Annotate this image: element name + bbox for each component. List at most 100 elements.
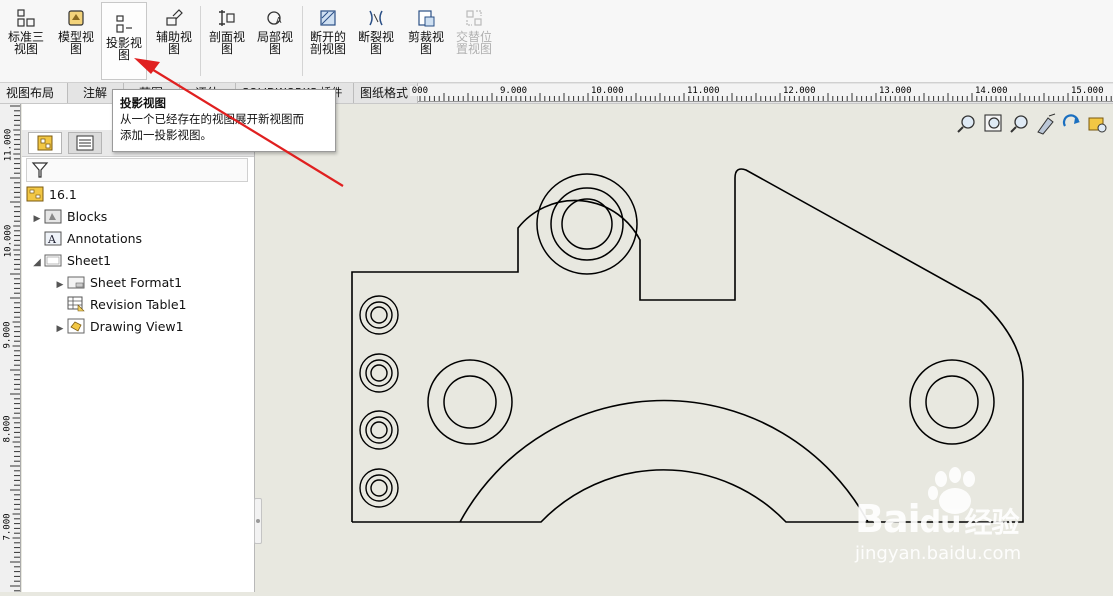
section-view-icon: [219, 10, 235, 26]
crop-view-label: 剪裁视 图: [407, 30, 444, 56]
tree-filter-box[interactable]: [26, 158, 248, 182]
projected-view-label: 投影视 图: [105, 36, 142, 62]
tab-property-manager[interactable]: [68, 132, 102, 154]
svg-text:A: A: [47, 233, 57, 246]
previous-view-icon[interactable]: [1088, 117, 1107, 133]
baidu-jingyan-watermark: Baidu 经验 jingyan.baidu.com: [855, 465, 1055, 575]
watermark-brand: Baidu 经验: [855, 497, 1020, 541]
break-view-button[interactable]: 断裂视 图: [353, 8, 399, 74]
tree-item-label: Blocks: [67, 209, 108, 224]
vertical-ruler: 11.000 10.000 9.000 8.000 7.000: [0, 104, 21, 592]
tooltip-description-line: 从一个已经存在的视图展开新视图而: [120, 112, 304, 126]
expand-arrow-icon[interactable]: ▶: [30, 209, 44, 229]
model-view-button[interactable]: 模型视 图: [53, 8, 99, 74]
sheet-icon: [44, 254, 62, 267]
broken-out-section-icon: [320, 10, 336, 26]
detail-view-icon: A: [267, 11, 282, 25]
projected-view-button[interactable]: 投影视 图: [101, 2, 147, 80]
tree-item-label: Drawing View1: [90, 319, 184, 334]
tree-item-label: Annotations: [67, 231, 143, 246]
section-view-label: 剖面视 图: [208, 30, 245, 56]
ruler-label: 7.000: [2, 511, 13, 543]
ruler-label: 10.000: [3, 222, 14, 260]
tree-root-label: 16.1: [49, 187, 77, 202]
ribbon-toolbar: 标准三 视图 模型视 图 投影视 图 辅助视 图 剖面视 图 A 局部视 图 断…: [0, 0, 1113, 83]
detail-view-button[interactable]: A 局部视 图: [252, 8, 298, 74]
watermark-brand-part1: Bai: [855, 497, 921, 541]
tree-item-label: Revision Table1: [90, 297, 187, 312]
tree-item-blocks[interactable]: ▶ Blocks: [30, 207, 108, 229]
right-hole-circle: [925, 375, 979, 429]
ribbon-separator: [302, 6, 303, 76]
tree-item-sheet-format1[interactable]: ▶ Sheet Format1: [53, 273, 183, 295]
broken-out-section-label: 断开的 剖视图: [309, 30, 346, 56]
drawing-view-icon: [67, 318, 85, 334]
top-boss-outer-circle: [536, 173, 638, 275]
broken-out-section-button[interactable]: 断开的 剖视图: [305, 8, 351, 74]
ruler-label: 10.000: [589, 86, 626, 96]
ruler-label: 12.000: [781, 86, 818, 96]
feature-manager-icon: [37, 135, 53, 151]
svg-text:A: A: [276, 16, 282, 25]
standard-3-view-button[interactable]: 标准三 视图: [3, 8, 49, 74]
ruler-label: 11.000: [3, 126, 14, 164]
collapse-arrow-icon[interactable]: ◢: [30, 253, 44, 273]
left-boss-circle: [427, 359, 513, 445]
splitter-grip: [256, 519, 260, 523]
projected-view-tooltip: 投影视图 从一个已经存在的视图展开新视图而 添加一投影视图。: [112, 89, 336, 152]
expand-arrow-icon[interactable]: ▶: [53, 275, 67, 295]
select-icon[interactable]: [1037, 113, 1056, 135]
ruler-label: 8.000: [2, 413, 13, 445]
annotations-folder-icon: A: [44, 231, 62, 246]
model-view-label: 模型视 图: [57, 30, 94, 56]
tooltip-title: 投影视图: [120, 96, 166, 110]
tree-root-item[interactable]: 16.1: [26, 185, 77, 205]
counterbore-holes: [359, 295, 399, 508]
crop-view-button[interactable]: 剪裁视 图: [403, 8, 449, 74]
tree-item-label: Sheet1: [67, 253, 112, 268]
expand-arrow-icon[interactable]: ▶: [53, 319, 67, 339]
heads-up-view-toolbar: [956, 112, 1112, 136]
break-view-label: 断裂视 图: [357, 30, 394, 56]
horizontal-ruler: 8.000 9.000 10.000 11.000 12.000 13.000 …: [410, 84, 1113, 102]
right-boss-circle: [909, 359, 995, 445]
ruler-label: 9.000: [2, 319, 13, 351]
tree-item-label: Sheet Format1: [90, 275, 183, 290]
section-view-button[interactable]: 剖面视 图: [204, 8, 250, 74]
left-hole-circle: [443, 375, 497, 429]
watermark-brand-part2: du: [919, 505, 962, 540]
zoom-to-area-icon[interactable]: [984, 114, 1002, 132]
detail-view-label: 局部视 图: [256, 30, 293, 56]
ruler-label: 14.000: [973, 86, 1010, 96]
zoom-to-fit-icon[interactable]: [957, 115, 975, 133]
tree-item-sheet1[interactable]: ◢ Sheet1: [30, 251, 111, 271]
tab-sheet-format[interactable]: 图纸格式: [354, 83, 418, 103]
sheet-format-icon: [67, 276, 85, 289]
standard-3-view-label: 标准三 视图: [7, 30, 44, 56]
part-holes: [427, 173, 995, 445]
break-view-icon: [369, 10, 383, 26]
watermark-suffix: 经验: [964, 506, 1019, 539]
drawing-document-icon: [26, 186, 44, 202]
ribbon-separator: [200, 6, 201, 76]
tree-item-annotations[interactable]: A Annotations: [30, 229, 142, 249]
ruler-label: 13.000: [877, 86, 914, 96]
feature-manager-panel: 16.1 ▶ Blocks A Annotations ◢ Sheet1 ▶ S…: [22, 104, 255, 592]
crop-view-icon: [418, 10, 435, 27]
tab-view-layout[interactable]: 视图布局: [0, 83, 68, 103]
tooltip-description-line: 添加一投影视图。: [120, 128, 212, 142]
tree-item-revision-table1[interactable]: Revision Table1: [53, 295, 187, 315]
auxiliary-view-button[interactable]: 辅助视 图: [151, 8, 197, 74]
zoom-in-out-icon[interactable]: [1010, 115, 1028, 133]
view-tools-strip: [957, 113, 1107, 135]
auxiliary-view-icon: [166, 9, 183, 26]
tab-feature-manager[interactable]: [28, 132, 62, 154]
tree-item-drawing-view1[interactable]: ▶ Drawing View1: [53, 317, 184, 337]
ruler-label: 8.000: [410, 86, 428, 96]
auxiliary-view-label: 辅助视 图: [155, 30, 192, 56]
blocks-folder-icon: [44, 209, 62, 224]
alternate-position-view-button[interactable]: 交替位 置视图: [451, 8, 497, 74]
panel-splitter-handle[interactable]: [254, 498, 262, 544]
ruler-label: 15.000: [1069, 86, 1106, 96]
rotate-icon[interactable]: [1062, 114, 1080, 127]
